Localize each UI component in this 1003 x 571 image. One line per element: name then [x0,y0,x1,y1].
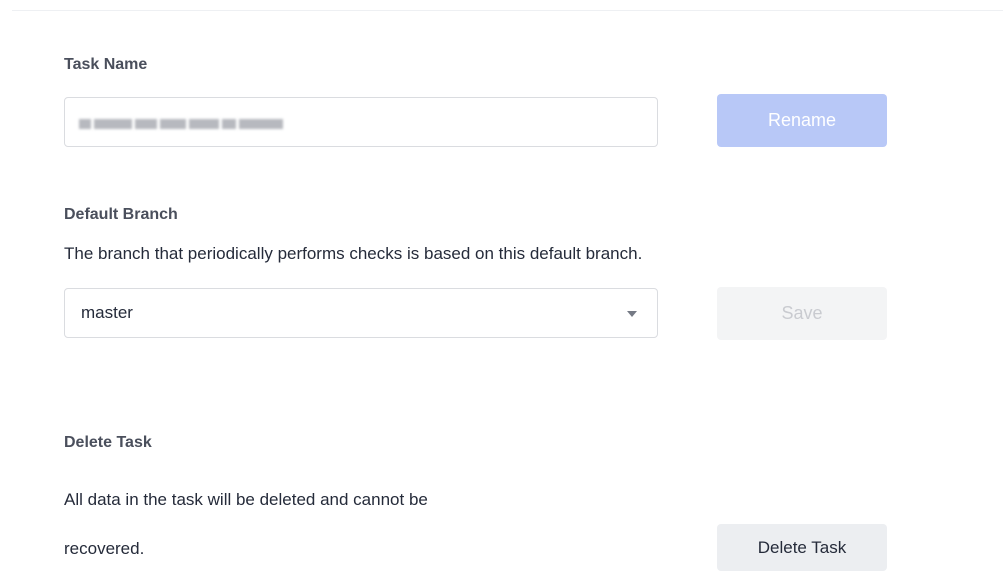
delete-task-title: Delete Task [64,434,152,451]
task-name-title: Task Name [64,56,148,73]
delete-task-description-line2: recovered. [64,539,145,558]
default-branch-description: The branch that periodically performs ch… [64,244,643,263]
save-button[interactable]: Save [717,287,887,340]
default-branch-title: Default Branch [64,206,178,223]
task-name-input[interactable] [64,97,658,147]
rename-button[interactable]: Rename [717,94,887,147]
delete-task-button[interactable]: Delete Task [717,524,887,571]
task-settings-page: Task Name Rename Default Branch The bran… [0,0,1003,571]
branch-select[interactable]: master [64,288,658,338]
top-divider [12,10,1003,11]
task-name-masked-value [79,118,286,129]
branch-select-value: master [81,303,133,322]
delete-task-description-line1: All data in the task will be deleted and… [64,490,428,509]
caret-down-icon [627,311,637,317]
